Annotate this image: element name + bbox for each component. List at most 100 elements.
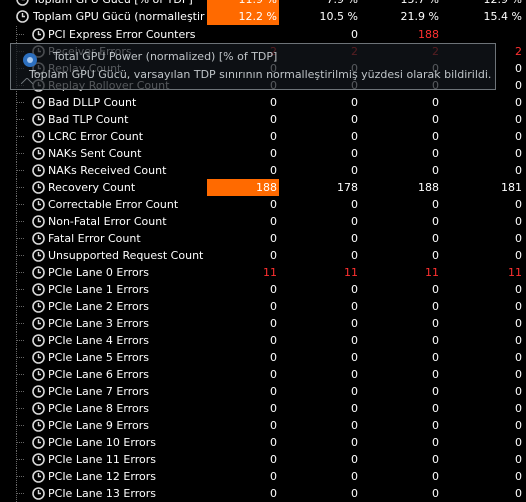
sensor-row[interactable]: PCIe Lane 3 Errors 0 0 0 0	[0, 315, 526, 332]
sensor-value: 0	[515, 487, 522, 500]
sensor-row[interactable]: Bad TLP Count 0 0 0 0	[0, 111, 526, 128]
sensor-label: PCIe Lane 1 Errors	[48, 283, 149, 296]
tree-connector	[10, 179, 24, 196]
sensor-label: PCIe Lane 11 Errors	[48, 453, 156, 466]
sensor-value: 0	[432, 198, 439, 211]
clock-sensor-icon	[32, 147, 45, 160]
sensor-label: Non-Fatal Error Count	[48, 215, 167, 228]
sensor-value: 0	[432, 232, 439, 245]
sensor-value: 0	[432, 470, 439, 483]
sensor-row[interactable]: PCIe Lane 12 Errors 0 0 0 0	[0, 468, 526, 485]
tree-connector	[10, 213, 24, 230]
clock-sensor-icon	[32, 283, 45, 296]
sensor-value: 188	[418, 181, 439, 194]
sensor-value: 0	[270, 198, 277, 211]
sensor-label: PCIe Lane 2 Errors	[48, 300, 149, 313]
sensor-row[interactable]: Toplam GPU Gücü [% of TDP]11.9 % 7.9 %15.…	[0, 0, 526, 8]
sensor-value: 11	[263, 266, 277, 279]
tree-connector	[10, 94, 24, 111]
tree-connector	[10, 162, 24, 179]
sensor-value: 12.9 %	[444, 0, 524, 8]
clock-sensor-icon	[32, 385, 45, 398]
clock-sensor-icon	[32, 402, 45, 415]
sensor-value: 11	[425, 266, 439, 279]
sensor-value: 0	[515, 283, 522, 296]
tooltip: Total GPU Power (normalized) [% of TDP] …	[10, 43, 496, 90]
sensor-row[interactable]: Recovery Count 188 178 188 181	[0, 179, 526, 196]
sensor-value: 12.2 %	[207, 8, 279, 25]
sensor-value: 0	[515, 215, 522, 228]
clock-sensor-icon	[16, 0, 29, 6]
clock-sensor-icon	[32, 317, 45, 330]
sensor-row[interactable]: PCIe Lane 7 Errors 0 0 0 0	[0, 383, 526, 400]
sensor-row[interactable]: Correctable Error Count 0 0 0 0	[0, 196, 526, 213]
sensor-value: 0	[351, 96, 358, 109]
sensor-label: PCIe Lane 3 Errors	[48, 317, 149, 330]
sensor-value: 15.7 %	[363, 0, 441, 8]
sensor-row[interactable]: Toplam GPU Gücü (normalleştirilm...12.2 …	[0, 8, 526, 25]
sensor-label: Correctable Error Count	[48, 198, 179, 211]
sensor-value: 0	[515, 249, 522, 262]
sensor-row[interactable]: PCIe Lane 13 Errors 0 0 0 0	[0, 485, 526, 502]
sensor-row[interactable]: LCRC Error Count 0 0 0 0	[0, 128, 526, 145]
tree-connector	[10, 196, 24, 213]
sensor-value: 0	[515, 385, 522, 398]
sensor-row[interactable]: Unsupported Request Count 0 0 0 0	[0, 247, 526, 264]
sensor-value: 0	[432, 334, 439, 347]
sensor-label: Unsupported Request Count	[48, 249, 204, 262]
sensor-value: 0	[270, 283, 277, 296]
sensor-value: 0	[351, 215, 358, 228]
sensor-row[interactable]: PCIe Lane 1 Errors 0 0 0 0	[0, 281, 526, 298]
sensor-value: 0	[432, 113, 439, 126]
sensor-label: NAKs Sent Count	[48, 147, 142, 160]
sensor-row[interactable]: PCIe Lane 5 Errors 0 0 0 0	[0, 349, 526, 366]
sensor-row[interactable]: PCIe Lane 10 Errors 0 0 0 0	[0, 434, 526, 451]
sensor-value: 188	[207, 179, 279, 196]
sensor-row[interactable]: Fatal Error Count 0 0 0 0	[0, 230, 526, 247]
sensor-row[interactable]: NAKs Sent Count 0 0 0 0	[0, 145, 526, 162]
clock-sensor-icon	[32, 266, 45, 279]
sensor-row[interactable]: PCIe Lane 0 Errors 11 11 11 11	[0, 264, 526, 281]
sensor-row[interactable]: Non-Fatal Error Count 0 0 0 0	[0, 213, 526, 230]
sensor-row[interactable]: PCIe Lane 9 Errors 0 0 0 0	[0, 417, 526, 434]
tree-connector	[10, 383, 24, 400]
sensor-value: 0	[432, 402, 439, 415]
sensor-value: 0	[351, 283, 358, 296]
sensor-value: 0	[432, 368, 439, 381]
clock-sensor-icon	[32, 198, 45, 211]
sensor-row[interactable]: PCI Express Error Counters 0 188	[0, 26, 526, 43]
sensor-value: 0	[515, 198, 522, 211]
sensor-row[interactable]: NAKs Received Count 0 0 0 0	[0, 162, 526, 179]
sensor-value: 0	[270, 419, 277, 432]
clock-sensor-icon	[32, 249, 45, 262]
sensor-value: 0	[432, 164, 439, 177]
sensor-row[interactable]: PCIe Lane 11 Errors 0 0 0 0	[0, 451, 526, 468]
sensor-value: 0	[515, 419, 522, 432]
sensor-value: 10.5 %	[319, 10, 358, 23]
sensor-value: 0	[515, 147, 522, 160]
sensor-row[interactable]: Bad DLLP Count 0 0 0 0	[0, 94, 526, 111]
sensor-value: 0	[270, 402, 277, 415]
sensor-value: 0	[432, 249, 439, 262]
clock-sensor-icon	[32, 232, 45, 245]
clock-sensor-icon	[32, 436, 45, 449]
sensor-value: 0	[432, 419, 439, 432]
sensor-value: 0	[270, 368, 277, 381]
tree-connector	[10, 298, 24, 315]
sensor-value: 0	[515, 130, 522, 143]
sensor-row[interactable]: PCIe Lane 6 Errors 0 0 0 0	[0, 366, 526, 383]
sensor-label: PCIe Lane 8 Errors	[48, 402, 149, 415]
clock-sensor-icon	[32, 130, 45, 143]
sensor-value: 0	[351, 385, 358, 398]
sensor-value: 0	[270, 215, 277, 228]
tree-connector	[10, 349, 24, 366]
sensor-value: 0	[515, 470, 522, 483]
sensor-value: 181	[501, 181, 522, 194]
sensor-value: 0	[515, 300, 522, 313]
sensor-row[interactable]: PCIe Lane 8 Errors 0 0 0 0	[0, 400, 526, 417]
sensor-row[interactable]: PCIe Lane 4 Errors 0 0 0 0	[0, 332, 526, 349]
sensor-value: 0	[351, 351, 358, 364]
sensor-value: 11	[508, 266, 522, 279]
sensor-row[interactable]: PCIe Lane 2 Errors 0 0 0 0	[0, 298, 526, 315]
clock-sensor-icon	[32, 487, 45, 500]
